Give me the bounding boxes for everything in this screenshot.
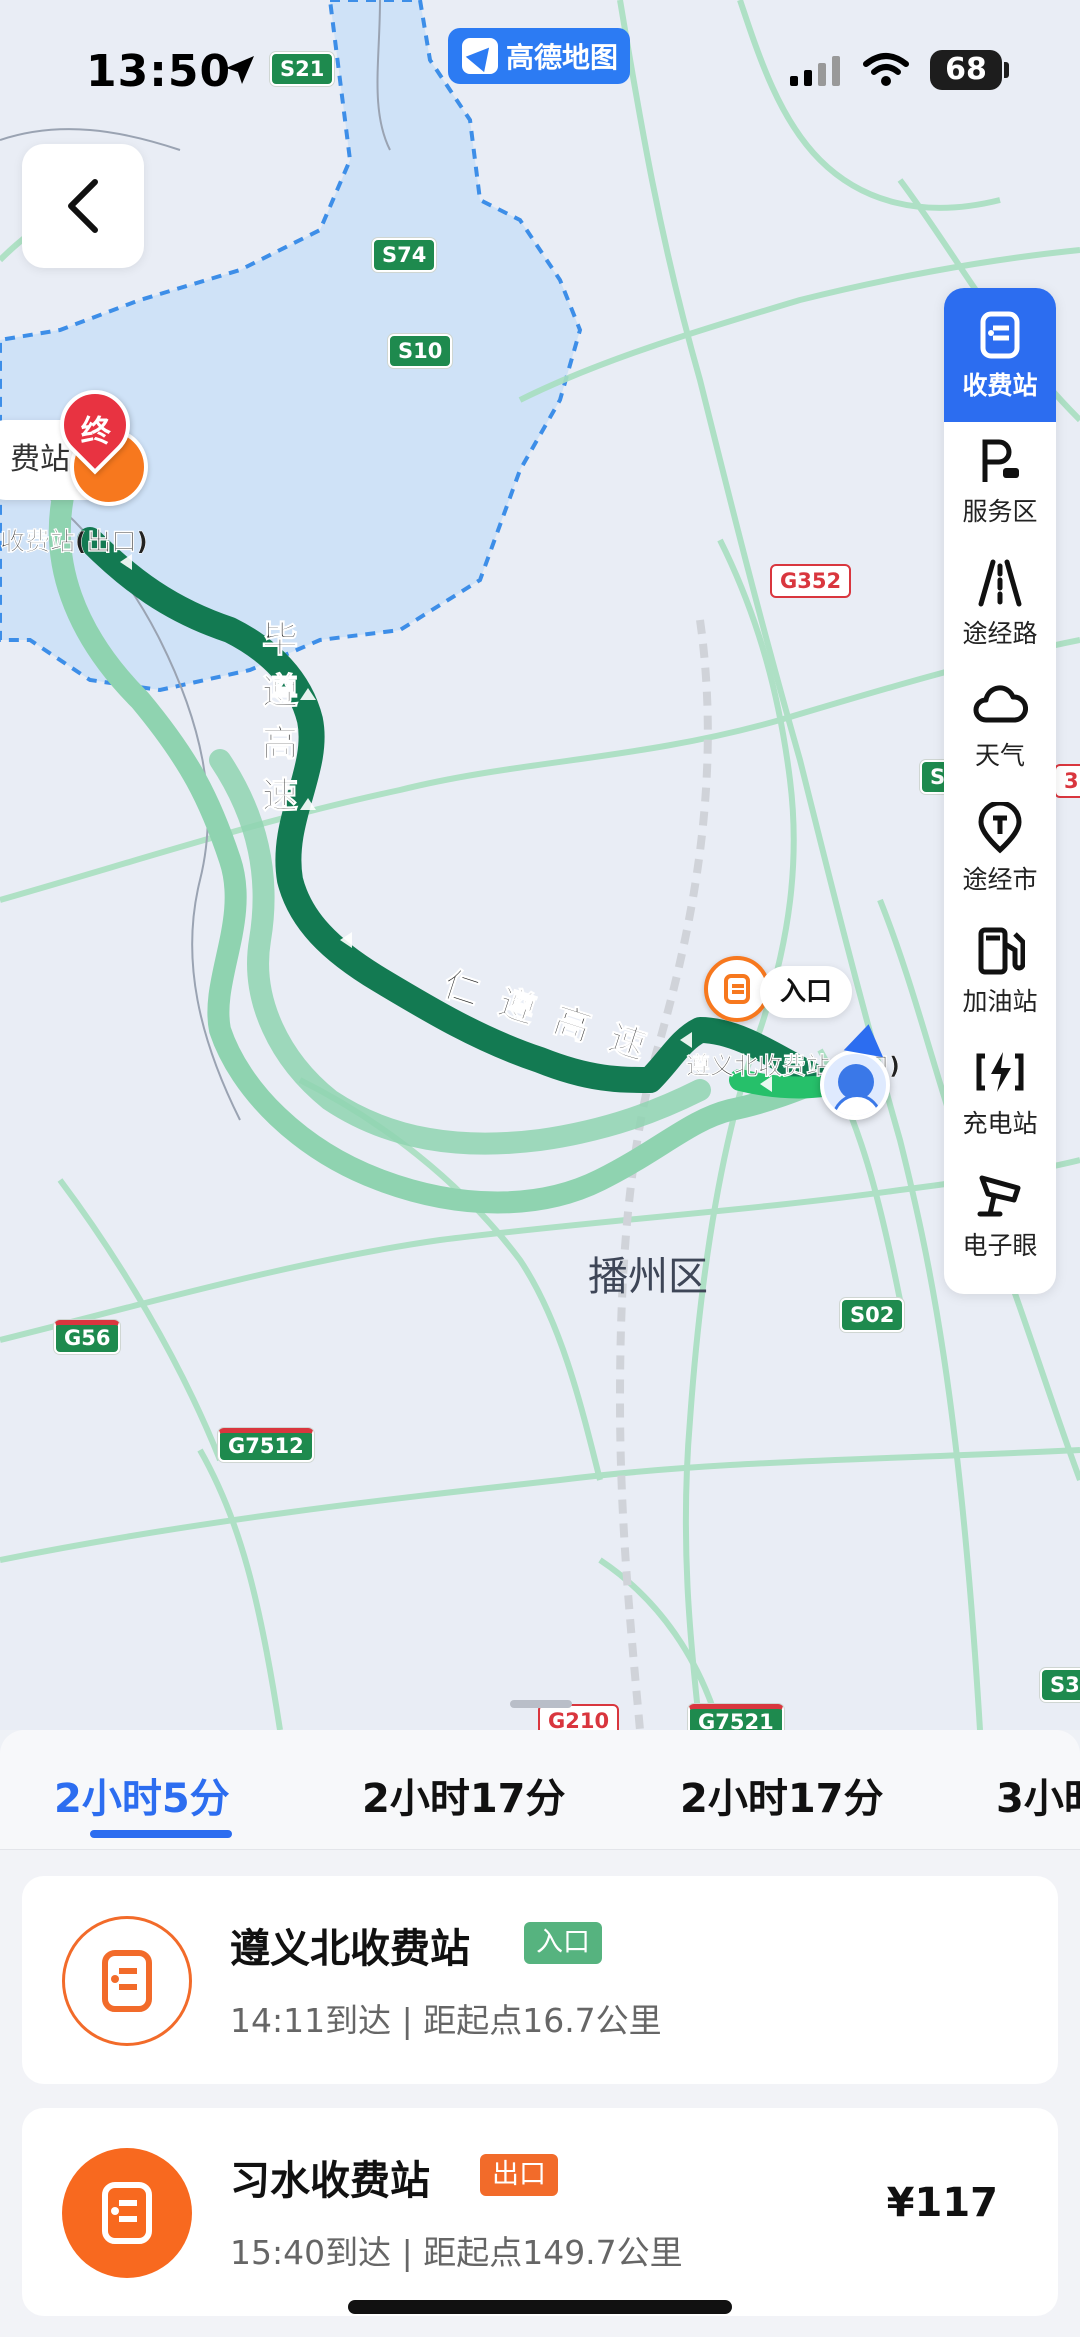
- station-name: 遵义北收费站: [230, 1926, 470, 1972]
- station-tag-exit: 出口: [480, 2154, 558, 2196]
- fuel-station-icon: [978, 927, 1025, 975]
- app-badge[interactable]: 高德地图: [448, 28, 630, 84]
- charging-icon: [976, 1052, 1024, 1092]
- station-card[interactable]: 习水收费站 出口 15:40到达 | 距起点149.7公里 ¥117: [22, 2108, 1058, 2316]
- road-shield: S10: [388, 334, 453, 368]
- road-shield: S30: [1040, 1668, 1080, 1702]
- station-detail: 14:11到达 | 距起点16.7公里: [230, 2001, 662, 2040]
- tool-label: 服务区: [962, 497, 1038, 526]
- route-bottom-sheet: 2小时5分 2小时17分 2小时17分 3小时 遵义北收费站 入口 14:11到…: [0, 1730, 1080, 2337]
- tool-weather[interactable]: 天气: [944, 666, 1056, 788]
- status-time: 13:50: [86, 46, 232, 97]
- end-station-partial-label: 费站: [10, 442, 70, 477]
- road-shield: 3: [1054, 764, 1080, 798]
- camera-icon: [977, 1175, 1021, 1217]
- road-shield: S02: [840, 1298, 905, 1332]
- tool-route-city[interactable]: 途经市: [944, 788, 1056, 910]
- toll-station-icon: [102, 1950, 152, 2012]
- current-location-avatar[interactable]: [820, 1050, 890, 1120]
- chevron-left-icon: [68, 179, 98, 233]
- sheet-drag-handle[interactable]: [510, 1700, 572, 1708]
- toll-icon: [724, 974, 750, 1004]
- station-detail: 15:40到达 | 距起点149.7公里: [230, 2233, 683, 2272]
- active-tab-indicator: [90, 1830, 232, 1838]
- back-button[interactable]: [22, 144, 144, 268]
- station-tag-entry: 入口: [524, 1922, 602, 1964]
- map-canvas: [0, 0, 1080, 1730]
- home-indicator[interactable]: [348, 2300, 732, 2314]
- route-tabs: 2小时5分 2小时17分 2小时17分 3小时: [0, 1730, 1080, 1850]
- road-shield: G7521: [688, 1704, 784, 1730]
- tool-label: 途经市: [962, 865, 1038, 894]
- road-shield: S74: [372, 238, 437, 272]
- end-station-label: 收费站(出口): [0, 527, 148, 557]
- station-name: 习水收费站: [230, 2158, 430, 2204]
- tool-label: 途经路: [962, 619, 1038, 648]
- route-road-icon: [978, 559, 1022, 607]
- end-pin-label: 终: [80, 414, 111, 450]
- route-tab[interactable]: 2小时5分: [54, 1766, 230, 1824]
- city-pin-icon: [978, 802, 1022, 854]
- battery-indicator: 68: [930, 50, 1002, 90]
- tool-label: 电子眼: [962, 1231, 1038, 1260]
- tool-label: 充电站: [962, 1109, 1038, 1138]
- tool-label: 天气: [974, 741, 1025, 770]
- tool-service-area[interactable]: 服务区: [944, 422, 1056, 544]
- tool-label: 加油站: [962, 987, 1038, 1016]
- road-shield: G352: [770, 564, 852, 598]
- toll-station-icon: [102, 2182, 152, 2244]
- route-tab[interactable]: 3小时: [996, 1766, 1080, 1824]
- app-badge-label: 高德地图: [506, 41, 619, 74]
- location-arrow-icon: [226, 56, 254, 84]
- route-tab[interactable]: 2小时17分: [362, 1766, 566, 1824]
- tool-label: 收费站: [962, 371, 1038, 400]
- station-icon-wrap: [62, 2148, 192, 2278]
- railway: [615, 619, 712, 1730]
- toll-price: ¥117: [886, 2180, 998, 2226]
- battery-nub: [1004, 62, 1009, 78]
- station-icon-wrap: [62, 1916, 192, 2046]
- amap-logo-icon: [462, 38, 498, 74]
- tool-route-road[interactable]: 途经路: [944, 544, 1056, 666]
- map-tools-panel: 收费站 服务区 途经路 天气 途经市 加油站 充电站 电子眼: [944, 288, 1056, 1294]
- cellular-signal-icon: [790, 56, 840, 86]
- toll-station-icon: [980, 311, 1020, 359]
- highway-label: 毕遵高速: [256, 620, 298, 829]
- wifi-icon: [863, 53, 909, 86]
- entry-bubble: 入口: [760, 966, 853, 1018]
- service-area-icon: [982, 439, 1019, 482]
- road-shield: G56: [54, 1320, 121, 1354]
- road-shield: G7512: [218, 1428, 314, 1462]
- cloud-icon: [973, 685, 1028, 723]
- tool-speed-camera[interactable]: 电子眼: [944, 1154, 1056, 1276]
- map-view[interactable]: S21 S74 S10 G352 G56 G7512 S02 G210 G752…: [0, 0, 1080, 1730]
- tool-fuel-station[interactable]: 加油站: [944, 910, 1056, 1032]
- tool-toll-station[interactable]: 收费站: [944, 288, 1056, 422]
- station-card[interactable]: 遵义北收费站 入口 14:11到达 | 距起点16.7公里: [22, 1876, 1058, 2084]
- tool-charging-station[interactable]: 充电站: [944, 1032, 1056, 1154]
- route-tab[interactable]: 2小时17分: [680, 1766, 884, 1824]
- district-label: 播州区: [588, 1254, 708, 1300]
